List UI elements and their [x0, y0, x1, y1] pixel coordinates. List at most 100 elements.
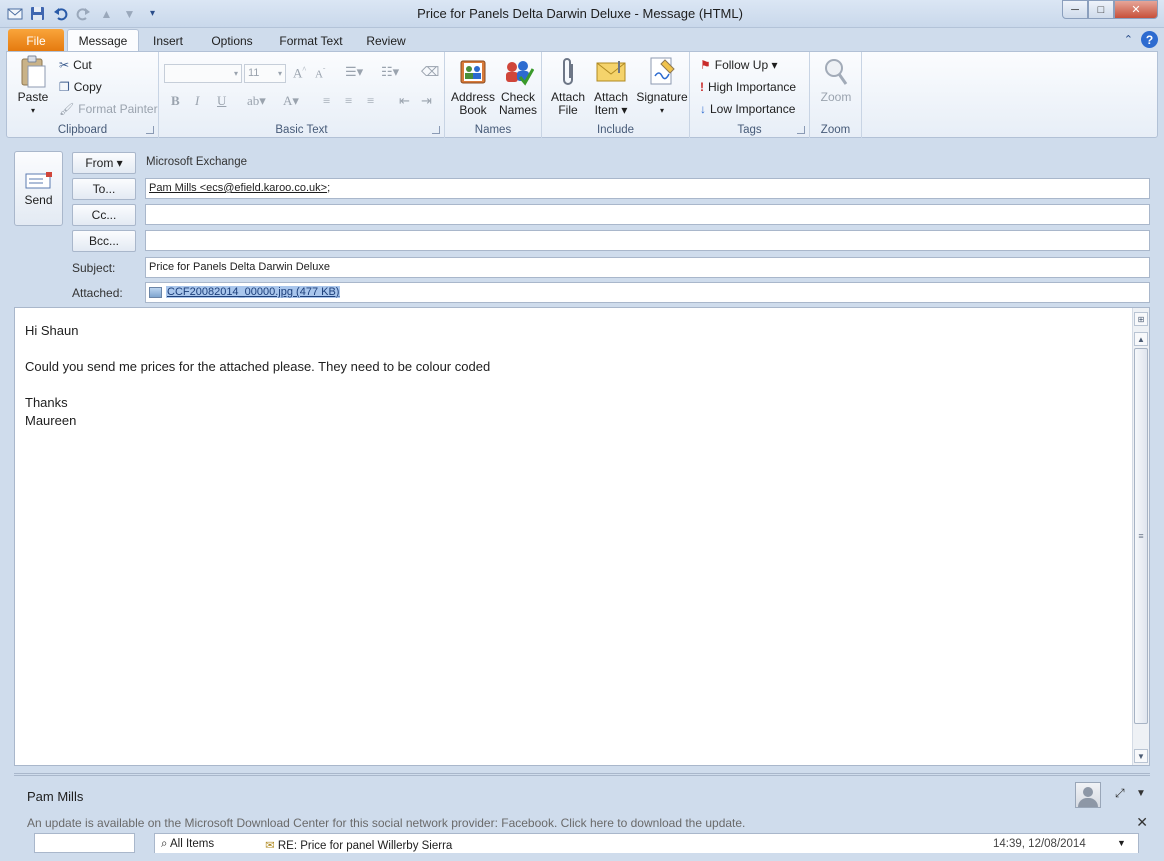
expand-icon[interactable]: ⤢	[1115, 786, 1125, 801]
send-envelope-icon	[25, 171, 52, 188]
increase-indent-icon[interactable]: ⇥	[421, 93, 432, 109]
close-notice-icon[interactable]: ✕	[1136, 814, 1148, 831]
message-body[interactable]: Hi Shaun Could you send me prices for th…	[14, 307, 1150, 766]
attachment-item[interactable]: CCF20082014_00000.jpg (477 KB)	[149, 286, 341, 298]
ribbon-tabs: File Message Insert Options Format Text …	[0, 28, 1164, 52]
zoom-button[interactable]: Zoom	[814, 56, 858, 104]
people-pane-splitter[interactable]	[14, 773, 1150, 776]
include-group: Attach File Attach Item ▾ Signature ▾ In…	[542, 52, 690, 138]
clipboard-launcher-icon[interactable]	[146, 126, 154, 134]
attached-label: Attached:	[72, 286, 123, 300]
scroll-thumb[interactable]: ≡	[1134, 348, 1148, 724]
scroll-down-arrow[interactable]: ▼	[1134, 749, 1148, 763]
bcc-button[interactable]: Bcc...	[72, 230, 136, 252]
tab-options[interactable]: Options	[202, 29, 262, 52]
send-button[interactable]: Send	[14, 151, 63, 226]
tab-review[interactable]: Review	[360, 29, 412, 52]
clear-formatting-icon[interactable]: ⌫	[421, 64, 439, 80]
names-group: Address Book Check Names Names	[445, 52, 542, 138]
window-controls: ─ □ ✕	[1062, 0, 1158, 19]
follow-up-button[interactable]: ⚑ Follow Up ▾	[700, 58, 777, 72]
basic-text-launcher-icon[interactable]	[432, 126, 440, 134]
tags-launcher-icon[interactable]	[797, 126, 805, 134]
vertical-scrollbar[interactable]: ⊞ ▲ ≡ ▼	[1132, 308, 1149, 765]
clipboard-label: Clipboard	[57, 124, 108, 136]
chevron-down-icon[interactable]: ▼	[1136, 788, 1146, 799]
cc-button[interactable]: Cc...	[72, 204, 136, 226]
paperclip-icon	[552, 56, 584, 88]
underline-button[interactable]: U	[217, 93, 226, 109]
cc-field[interactable]	[145, 204, 1150, 225]
low-importance-button[interactable]: ↓ Low Importance	[700, 102, 795, 116]
paste-icon	[17, 55, 49, 88]
message-text[interactable]: Hi Shaun Could you send me prices for th…	[25, 322, 490, 430]
from-button[interactable]: From ▾	[72, 152, 136, 174]
minimize-button[interactable]: ─	[1062, 0, 1088, 19]
bold-button[interactable]: B	[171, 93, 180, 109]
scroll-up-arrow[interactable]: ▲	[1134, 332, 1148, 346]
shrink-font-icon[interactable]: Aˇ	[315, 67, 325, 81]
subject-field[interactable]: Price for Panels Delta Darwin Deluxe	[145, 257, 1150, 278]
zoom-group: Zoom Zoom	[810, 52, 862, 138]
cut-button[interactable]: ✂ Cut	[59, 58, 92, 72]
grow-font-icon[interactable]: A^	[293, 65, 306, 81]
align-right-icon[interactable]: ≡	[367, 93, 374, 109]
basic-text-label: Basic Text	[275, 124, 328, 136]
scissors-icon: ✂	[59, 58, 70, 72]
align-center-icon[interactable]: ≡	[345, 93, 352, 109]
minimize-ribbon-icon[interactable]: ⌃	[1124, 33, 1133, 46]
body-line: Hi Shaun	[25, 323, 79, 338]
body-line: Maureen	[25, 413, 77, 428]
high-importance-button[interactable]: ! High Importance	[700, 80, 796, 94]
font-name-combo[interactable]: ▾	[164, 64, 242, 83]
signature-button[interactable]: Signature ▾	[634, 56, 690, 117]
font-color-icon[interactable]: A▾	[283, 93, 299, 109]
tab-insert[interactable]: Insert	[142, 29, 194, 52]
image-file-icon	[149, 286, 162, 298]
activity-dropdown-icon[interactable]: ▼	[1117, 838, 1126, 848]
tab-file[interactable]: File	[8, 29, 64, 52]
to-recipient[interactable]: Pam Mills <ecs@efield.karoo.co.uk>	[149, 182, 327, 194]
bullets-icon[interactable]: ☰▾	[345, 64, 363, 80]
magnifier-icon	[820, 56, 852, 88]
italic-button[interactable]: I	[195, 93, 199, 109]
avatar[interactable]	[1075, 782, 1101, 808]
activity-time: 14:39, 12/08/2014	[993, 838, 1086, 850]
numbering-icon[interactable]: ☷▾	[381, 64, 399, 80]
to-field[interactable]: Pam Mills <ecs@efield.karoo.co.uk>;	[145, 178, 1150, 199]
maximize-button[interactable]: □	[1088, 0, 1114, 19]
body-line: Could you send me prices for the attache…	[25, 359, 491, 374]
copy-button[interactable]: ❐ Copy	[59, 80, 102, 94]
decrease-indent-icon[interactable]: ⇤	[399, 93, 410, 109]
check-names-button[interactable]: Check Names	[495, 56, 541, 117]
to-button[interactable]: To...	[72, 178, 136, 200]
tab-message[interactable]: Message	[67, 29, 139, 52]
highlight-icon[interactable]: ab▾	[247, 93, 266, 109]
activity-selector[interactable]	[34, 833, 135, 853]
attach-item-button[interactable]: Attach Item ▾	[588, 56, 634, 117]
help-icon[interactable]: ?	[1141, 31, 1158, 48]
attachment-name[interactable]: CCF20082014_00000.jpg (477 KB)	[166, 286, 341, 298]
update-notice[interactable]: An update is available on the Microsoft …	[27, 816, 745, 830]
activity-list[interactable]: ⌕ All Items ✉ RE: Price for panel Willer…	[154, 833, 1139, 853]
attached-field[interactable]: CCF20082014_00000.jpg (477 KB)	[145, 282, 1150, 303]
title-bar: ▲ ▼ ▾ Price for Panels Delta Darwin Delu…	[0, 0, 1164, 28]
align-left-icon[interactable]: ≡	[323, 93, 330, 109]
format-painter-button[interactable]: 🖌 Format Painter	[59, 102, 158, 116]
address-book-button[interactable]: Address Book	[450, 56, 496, 117]
copy-icon: ❐	[59, 80, 70, 94]
font-size-combo[interactable]: 11 ▾	[244, 64, 286, 83]
attach-file-button[interactable]: Attach File	[545, 56, 591, 117]
close-button[interactable]: ✕	[1114, 0, 1158, 19]
all-items-filter[interactable]: ⌕ All Items	[161, 838, 214, 851]
body-line	[25, 340, 490, 358]
bcc-field[interactable]	[145, 230, 1150, 251]
signature-icon	[646, 56, 678, 88]
zoom-label: Zoom	[820, 124, 851, 136]
ribbon: Paste ▾ ✂ Cut ❐ Copy 🖌 Format Painter Cl…	[6, 51, 1158, 138]
activity-row[interactable]: ✉ RE: Price for panel Willerby Sierra	[265, 838, 452, 852]
ruler-toggle-icon[interactable]: ⊞	[1134, 312, 1148, 326]
paste-button[interactable]: Paste ▾	[13, 55, 53, 117]
tab-format-text[interactable]: Format Text	[274, 29, 348, 52]
check-names-icon	[502, 56, 534, 88]
